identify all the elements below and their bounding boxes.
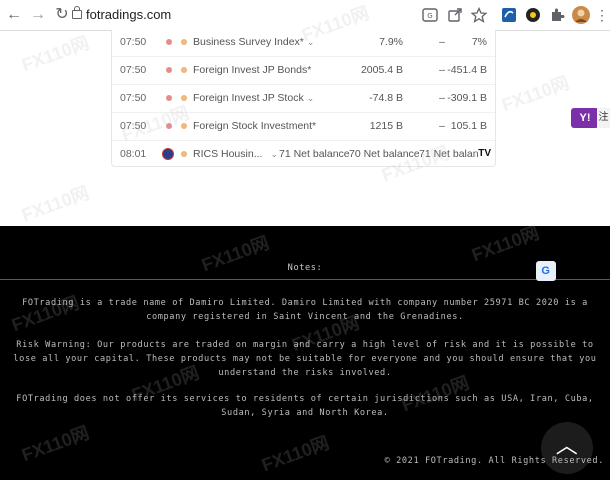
importance-dot (166, 123, 172, 129)
scroll-to-top-button[interactable]: ︿ (541, 422, 593, 474)
address-bar[interactable]: fotradings.com (72, 6, 172, 24)
notes-title: Notes: (287, 263, 323, 273)
lock-icon (72, 6, 82, 19)
uk-flag-icon (162, 148, 174, 160)
importance-dot-secondary (181, 123, 187, 129)
divider (0, 279, 610, 280)
url-text: fotradings.com (86, 7, 172, 22)
svg-text:G: G (427, 12, 432, 20)
importance-dot-secondary (181, 67, 187, 73)
table-row[interactable]: 07:50 Foreign Stock Investment* 1215 B –… (112, 112, 495, 141)
importance-dot-secondary (181, 95, 187, 101)
back-button[interactable]: ← (4, 5, 24, 25)
menu-kebab-icon[interactable]: ⋮ (592, 5, 610, 25)
table-row[interactable]: 07:50 Foreign Invest JP Stock ⌄ -74.8 B –… (112, 84, 495, 113)
chevron-down-icon: ⌄ (306, 93, 315, 103)
copyright-text: © 2021 FOTrading. All Rights Reserved. (384, 456, 604, 466)
importance-dot (166, 67, 172, 73)
tradingview-logo-icon: TV (478, 148, 491, 159)
yahoo-side-tab[interactable]: 注 (597, 108, 610, 128)
google-translate-icon[interactable]: G (536, 261, 556, 281)
puzzle-extensions-icon[interactable] (549, 7, 565, 23)
share-icon[interactable] (447, 7, 463, 23)
importance-dot (166, 95, 172, 101)
extension-blue-icon[interactable] (501, 7, 517, 23)
watermark-text: FX110网 (499, 72, 572, 116)
yahoo-badge[interactable]: Y! (571, 108, 599, 128)
extension-yellow-icon[interactable] (525, 7, 541, 23)
risk-warning-text: Risk Warning: Our products are traded on… (13, 340, 597, 378)
reload-button[interactable]: ↻ (52, 5, 72, 25)
importance-dot (166, 39, 172, 45)
chevron-down-icon: ⌄ (270, 149, 278, 159)
forward-button[interactable]: → (28, 5, 48, 25)
translate-page-icon[interactable]: G (422, 7, 438, 23)
watermark-text: FX110网 (19, 182, 92, 226)
table-row[interactable]: 07:50 Business Survey Index* ⌄ 7.9% – 7% (112, 28, 495, 57)
chevron-down-icon: ⌄ (306, 37, 315, 47)
browser-toolbar: ← → ↻ fotradings.com G ⋮ (0, 0, 610, 31)
site-footer: Notes: G FOTrading is a trade name of Da… (0, 226, 610, 480)
watermark-text: FX110网 (19, 32, 92, 76)
economic-calendar-table: 07:50 Business Survey Index* ⌄ 7.9% – 7% … (111, 30, 496, 167)
importance-dot-secondary (181, 151, 187, 157)
table-row[interactable]: 08:01 RICS Housin... ⌄ 71 Net balance 70 … (112, 140, 495, 168)
table-row[interactable]: 07:50 Foreign Invest JP Bonds* 2005.4 B … (112, 56, 495, 85)
jurisdiction-text: FOTrading does not offer its services to… (16, 394, 594, 418)
importance-dot-secondary (181, 39, 187, 45)
profile-avatar-icon[interactable] (572, 6, 590, 24)
bookmark-star-icon[interactable] (471, 7, 487, 23)
company-info-text: FOTrading is a trade name of Damiro Limi… (22, 298, 588, 322)
